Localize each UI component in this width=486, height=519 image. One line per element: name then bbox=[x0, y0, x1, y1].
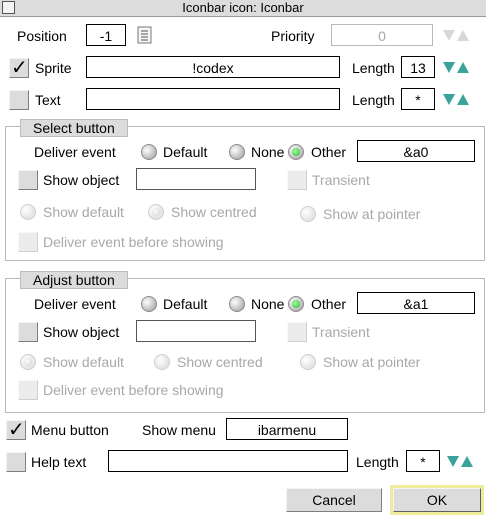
sprite-length-field[interactable]: 13 bbox=[401, 56, 435, 78]
select-default-radio[interactable] bbox=[141, 144, 157, 160]
adjust-default-radio[interactable] bbox=[141, 296, 157, 312]
select-other-radio[interactable] bbox=[288, 144, 304, 160]
help-text-field[interactable] bbox=[108, 450, 348, 472]
menu-button-label: Menu button bbox=[31, 422, 109, 438]
checkmark-icon: ✓ bbox=[8, 417, 25, 441]
text-checkbox[interactable] bbox=[9, 90, 29, 110]
select-show-object-field[interactable] bbox=[136, 168, 256, 190]
help-length-arrows-icon[interactable] bbox=[446, 455, 474, 469]
adjust-other-label: Other bbox=[311, 296, 347, 312]
select-deliver-before-label: Deliver event before showing bbox=[43, 234, 224, 250]
adjust-show-object-checkbox[interactable] bbox=[18, 322, 38, 342]
adjust-none-radio[interactable] bbox=[229, 296, 245, 312]
select-show-default-label: Show default bbox=[43, 204, 124, 220]
adjust-other-field[interactable]: &a1 bbox=[357, 292, 475, 314]
select-default-label: Default bbox=[163, 144, 208, 160]
sprite-label: Sprite bbox=[35, 60, 72, 76]
show-menu-field[interactable]: ibarmenu bbox=[226, 418, 348, 440]
adjust-other-radio[interactable] bbox=[288, 296, 304, 312]
help-text-label: Help text bbox=[31, 454, 87, 470]
text-length-arrows-icon[interactable] bbox=[442, 93, 470, 107]
select-other-field[interactable]: &a0 bbox=[357, 140, 475, 162]
adjust-none-label: None bbox=[251, 296, 285, 312]
menu-button-checkbox[interactable]: ✓ bbox=[6, 417, 26, 441]
adjust-transient-label: Transient bbox=[312, 324, 370, 340]
adjust-show-object-field[interactable] bbox=[136, 320, 256, 342]
adjust-button-title: Adjust button bbox=[20, 271, 128, 289]
adjust-show-default-radio bbox=[20, 354, 36, 370]
help-length-field[interactable]: * bbox=[406, 450, 440, 472]
text-field[interactable] bbox=[86, 88, 340, 110]
adjust-show-at-pointer-radio bbox=[300, 354, 316, 370]
select-show-centred-radio bbox=[148, 204, 164, 220]
ok-button[interactable]: OK bbox=[390, 485, 484, 515]
select-other-label: Other bbox=[311, 144, 347, 160]
cancel-button[interactable]: Cancel bbox=[286, 488, 382, 512]
position-label: Position bbox=[17, 28, 67, 44]
select-show-object-checkbox[interactable] bbox=[18, 170, 38, 190]
text-length-label: Length bbox=[352, 92, 395, 108]
adjust-show-centred-label: Show centred bbox=[177, 354, 263, 370]
select-show-centred-label: Show centred bbox=[171, 204, 257, 220]
adjust-show-centred-radio bbox=[154, 354, 170, 370]
adjust-deliver-before-checkbox bbox=[18, 380, 38, 400]
select-show-at-pointer-radio bbox=[300, 206, 316, 222]
text-length-field[interactable]: * bbox=[401, 88, 435, 110]
show-menu-label: Show menu bbox=[142, 422, 216, 438]
select-none-label: None bbox=[251, 144, 285, 160]
position-field[interactable]: -1 bbox=[86, 24, 126, 46]
select-none-radio[interactable] bbox=[229, 144, 245, 160]
sprite-length-arrows-icon[interactable] bbox=[442, 61, 470, 75]
adjust-show-at-pointer-label: Show at pointer bbox=[323, 354, 421, 370]
adjust-default-label: Default bbox=[163, 296, 208, 312]
select-show-object-label: Show object bbox=[43, 172, 120, 188]
priority-field: 0 bbox=[331, 24, 433, 46]
select-transient-label: Transient bbox=[312, 172, 370, 188]
select-show-at-pointer-label: Show at pointer bbox=[323, 206, 421, 222]
help-length-label: Length bbox=[356, 454, 399, 470]
select-show-default-radio bbox=[20, 204, 36, 220]
priority-label: Priority bbox=[271, 28, 315, 44]
sprite-name-field[interactable]: !codex bbox=[86, 56, 340, 78]
select-deliver-event-label: Deliver event bbox=[34, 144, 116, 160]
checkmark-icon: ✓ bbox=[11, 55, 28, 79]
adjust-deliver-before-label: Deliver event before showing bbox=[43, 382, 224, 398]
adjust-show-object-label: Show object bbox=[43, 324, 120, 340]
sprite-checkbox[interactable]: ✓ bbox=[9, 55, 29, 79]
position-menu-icon[interactable] bbox=[136, 26, 154, 44]
text-label: Text bbox=[35, 92, 61, 108]
title-bar[interactable]: Iconbar icon: Iconbar bbox=[0, 0, 486, 17]
select-transient-checkbox bbox=[287, 170, 307, 190]
adjust-transient-checkbox bbox=[287, 322, 307, 342]
sprite-length-label: Length bbox=[352, 60, 395, 76]
adjust-deliver-event-label: Deliver event bbox=[34, 296, 116, 312]
priority-adjust-arrows-icon bbox=[443, 30, 469, 41]
help-text-checkbox[interactable] bbox=[6, 452, 26, 472]
window-title: Iconbar icon: Iconbar bbox=[182, 0, 304, 15]
select-button-title: Select button bbox=[20, 119, 128, 137]
select-deliver-before-checkbox bbox=[18, 232, 38, 252]
adjust-show-default-label: Show default bbox=[43, 354, 124, 370]
